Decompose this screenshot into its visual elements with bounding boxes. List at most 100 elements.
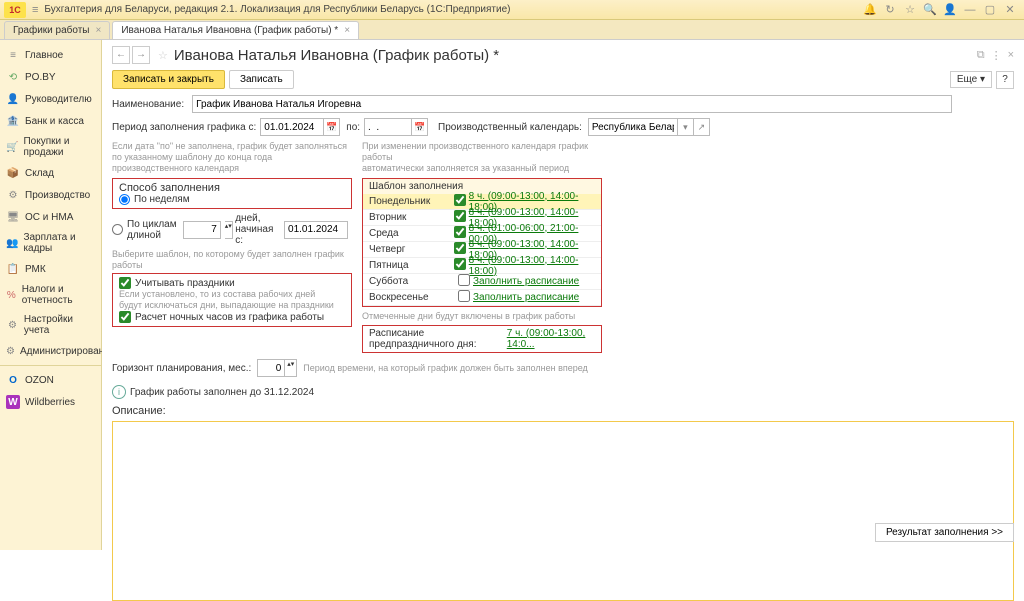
sidebar-item-manager[interactable]: 👤Руководителю: [0, 88, 101, 110]
stepper-icon[interactable]: ▴▾: [285, 359, 297, 377]
hint-text: Выберите шаблон, по которому будет запол…: [112, 249, 352, 271]
schedule-row[interactable]: СубботаЗаполнить расписание: [363, 274, 601, 290]
stepper-icon[interactable]: ▴▾: [225, 221, 233, 239]
tab-bar: Графики работы × Иванова Наталья Ивановн…: [0, 20, 1024, 40]
tab-work-schedules[interactable]: Графики работы ×: [4, 21, 110, 39]
day-checkbox[interactable]: [451, 210, 468, 225]
sidebar-item-poby[interactable]: ⟲PO.BY: [0, 66, 101, 88]
sidebar-item-settings[interactable]: ⚙Настройки учета: [0, 310, 101, 340]
dropdown-icon[interactable]: ▾: [678, 118, 694, 136]
day-label: Вторник: [363, 212, 451, 223]
help-button[interactable]: ?: [996, 71, 1014, 89]
date-to-input[interactable]: [364, 118, 412, 136]
day-label: Среда: [363, 228, 451, 239]
sidebar-item-label: Руководителю: [25, 94, 92, 105]
name-label: Наименование:: [112, 99, 184, 110]
sidebar-item-label: Налоги и отчетность: [22, 284, 95, 306]
result-button[interactable]: Результат заполнения >>: [875, 523, 1014, 542]
prod-cal-input[interactable]: [588, 118, 678, 136]
tab-label: Иванова Наталья Ивановна (График работы)…: [121, 25, 338, 36]
holidays-checkbox[interactable]: [119, 277, 131, 289]
sidebar-item-warehouse[interactable]: 📦Склад: [0, 162, 101, 184]
description-textarea[interactable]: [112, 421, 1014, 601]
date-from-input[interactable]: [260, 118, 324, 136]
maximize-icon[interactable]: ▢: [982, 3, 998, 16]
horizon-input[interactable]: [257, 359, 285, 377]
minimize-icon[interactable]: —: [962, 4, 978, 16]
favorite-icon[interactable]: ☆: [158, 49, 168, 62]
sidebar-item-assets[interactable]: 🖥ОС и НМА: [0, 206, 101, 228]
nav-forward-button[interactable]: →: [132, 46, 150, 64]
sidebar-item-label: Склад: [25, 168, 54, 179]
night-hours-checkbox[interactable]: [119, 311, 131, 323]
info-icon: i: [112, 385, 126, 399]
star-icon[interactable]: ☆: [902, 3, 918, 16]
sidebar-item-label: OZON: [25, 375, 54, 386]
sidebar-item-label: Зарплата и кадры: [23, 232, 95, 254]
sidebar-item-rmk[interactable]: 📋РМК: [0, 258, 101, 280]
search-icon[interactable]: 🔍: [922, 3, 938, 16]
day-checkbox[interactable]: [451, 194, 468, 209]
checkbox-label: Учитывать праздники: [135, 278, 235, 289]
tab-close-icon[interactable]: ×: [96, 25, 102, 36]
checkbox-label: Расчет ночных часов из графика работы: [135, 312, 324, 323]
sidebar-item-taxes[interactable]: %Налоги и отчетность: [0, 280, 101, 310]
sidebar-item-bank[interactable]: 🏦Банк и касса: [0, 110, 101, 132]
cycle-date-input[interactable]: [284, 221, 348, 239]
save-button[interactable]: Записать: [229, 70, 294, 89]
sidebar: ≡Главное ⟲PO.BY 👤Руководителю 🏦Банк и ка…: [0, 40, 102, 550]
day-checkbox[interactable]: [455, 290, 473, 305]
history-icon[interactable]: ↻: [882, 3, 898, 16]
sidebar-item-ozon[interactable]: OOZON: [0, 369, 101, 391]
hint-text: Если дата "по" не заполнена, график буде…: [112, 141, 352, 152]
sidebar-item-sales[interactable]: 🛒Покупки и продажи: [0, 132, 101, 162]
sidebar-item-wildberries[interactable]: WWildberries: [0, 391, 101, 413]
schedule-link[interactable]: 8 ч. (09:00-13:00, 14:00-18:00): [469, 255, 601, 277]
schedule-link[interactable]: Заполнить расписание: [473, 292, 579, 303]
by-cycles-radio[interactable]: [112, 224, 123, 235]
nav-back-button[interactable]: ←: [112, 46, 130, 64]
more-button[interactable]: Еще ▾: [950, 71, 992, 88]
close-page-icon[interactable]: ×: [1008, 49, 1014, 61]
bell-icon[interactable]: 🔔: [862, 3, 878, 16]
sidebar-item-label: PO.BY: [25, 72, 56, 83]
sidebar-item-salary[interactable]: 👥Зарплата и кадры: [0, 228, 101, 258]
schedule-link[interactable]: Заполнить расписание: [473, 276, 579, 287]
sidebar-item-admin[interactable]: ⚙Администрирование: [0, 340, 101, 362]
day-checkbox[interactable]: [451, 258, 468, 273]
by-weeks-radio[interactable]: [119, 194, 130, 205]
sidebar-item-label: ОС и НМА: [25, 212, 73, 223]
hint-text: При изменении производственного календар…: [362, 141, 602, 163]
to-label: по:: [346, 122, 360, 133]
day-checkbox[interactable]: [451, 242, 468, 257]
tab-ivanova-schedule[interactable]: Иванова Наталья Ивановна (График работы)…: [112, 21, 359, 39]
sidebar-item-production[interactable]: ⚙Производство: [0, 184, 101, 206]
content-area: ← → ☆ Иванова Наталья Ивановна (График р…: [102, 40, 1024, 550]
open-ref-icon[interactable]: ↗: [694, 118, 710, 136]
cycle-days-input[interactable]: [183, 221, 221, 239]
options-icon[interactable]: ⋮: [991, 49, 1002, 62]
open-window-icon[interactable]: ⧉: [977, 49, 985, 62]
fill-method-label: Способ заполнения: [119, 182, 345, 194]
name-input[interactable]: [192, 95, 952, 113]
pre-holiday-link[interactable]: 7 ч. (09:00-13:00, 14:0...: [507, 328, 595, 350]
hamburger-icon[interactable]: ≡: [32, 4, 38, 16]
calendar-icon[interactable]: 📅: [412, 118, 428, 136]
sidebar-item-label: Банк и касса: [25, 116, 84, 127]
user-icon[interactable]: 👤: [942, 3, 958, 16]
schedule-row[interactable]: Пятница8 ч. (09:00-13:00, 14:00-18:00): [363, 258, 601, 274]
day-label: Воскресенье: [363, 292, 455, 303]
label: дней, начиная с:: [235, 213, 281, 246]
sidebar-item-main[interactable]: ≡Главное: [0, 44, 101, 66]
close-icon[interactable]: ✕: [1002, 3, 1018, 16]
save-close-button[interactable]: Записать и закрыть: [112, 70, 225, 89]
day-checkbox[interactable]: [455, 274, 473, 289]
calendar-icon[interactable]: 📅: [324, 118, 340, 136]
tab-close-icon[interactable]: ×: [344, 25, 350, 36]
horizon-label: Горизонт планирования, мес.:: [112, 363, 251, 374]
radio-label: По циклам длиной: [127, 219, 179, 241]
day-checkbox[interactable]: [451, 226, 468, 241]
schedule-row[interactable]: Воскресенье Заполнить расписание: [363, 290, 601, 306]
sidebar-item-label: Главное: [25, 50, 63, 61]
horizon-hint: Период времени, на который график должен…: [303, 363, 588, 374]
